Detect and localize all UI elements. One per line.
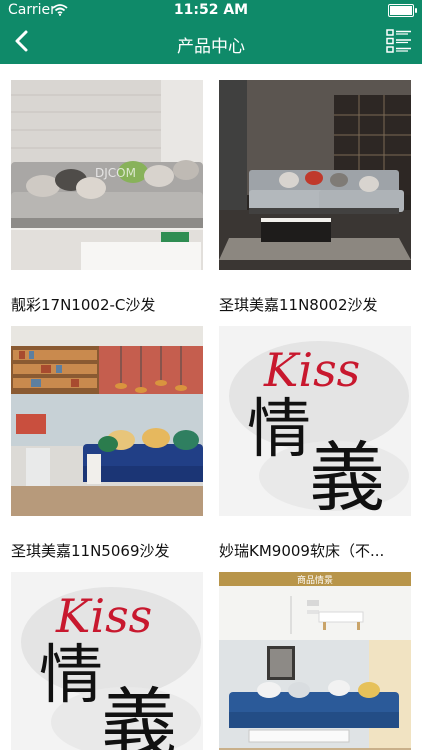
kiss-text: Kiss: [263, 343, 360, 397]
product-details-blue-sofa-image: 商品情景: [219, 572, 411, 750]
yi-character: 義: [101, 679, 177, 750]
kiss-qingyi-calligraphy-image: Kiss 情 義: [219, 326, 411, 516]
product-image: 商品情景: [219, 572, 411, 750]
product-name: 妙瑞KM9009软床（不...: [219, 542, 385, 560]
battery-icon: [388, 4, 417, 17]
kiss-qingyi-calligraphy-image: Kiss 情 義: [11, 572, 203, 750]
blue-sofa-shelves-photo: [11, 326, 203, 516]
product-grid: DJCOM 靓彩17N1002-C沙发 圣琪美嘉11N8002沙发 圣琪美嘉11…: [0, 64, 422, 750]
time-label: 11:52 AM: [173, 2, 249, 18]
product-image: DJCOM: [11, 80, 203, 270]
header: Carrier 11:52 AM 产品中心: [0, 0, 422, 64]
product-image: [11, 326, 203, 516]
qing-character: 情: [39, 639, 103, 713]
app-screen: Carrier 11:52 AM 产品中心 DJCOM 靓彩17N1002-C沙…: [0, 0, 422, 750]
product-image: Kiss 情 義: [219, 326, 411, 516]
product-image: [219, 80, 411, 270]
qing-character: 情: [247, 393, 311, 467]
page-title: 产品中心: [177, 37, 245, 57]
kiss-text: Kiss: [55, 589, 152, 643]
product-name: 圣琪美嘉11N5069沙发: [11, 542, 170, 560]
gray-sofa-photo: DJCOM: [11, 80, 203, 270]
yi-character: 義: [309, 433, 385, 516]
product-name: 圣琪美嘉11N8002沙发: [219, 296, 378, 314]
sectional-sofa-living-room-photo: [219, 80, 411, 270]
nav-bar: 产品中心: [0, 20, 422, 64]
details-banner: 商品情景: [297, 574, 333, 586]
product-name: 靓彩17N1002-C沙发: [11, 296, 156, 314]
status-bar: Carrier 11:52 AM: [0, 0, 422, 20]
product-image: Kiss 情 義: [11, 572, 203, 750]
watermark-text: DJCOM: [95, 166, 136, 180]
list-menu-icon[interactable]: [386, 28, 412, 54]
